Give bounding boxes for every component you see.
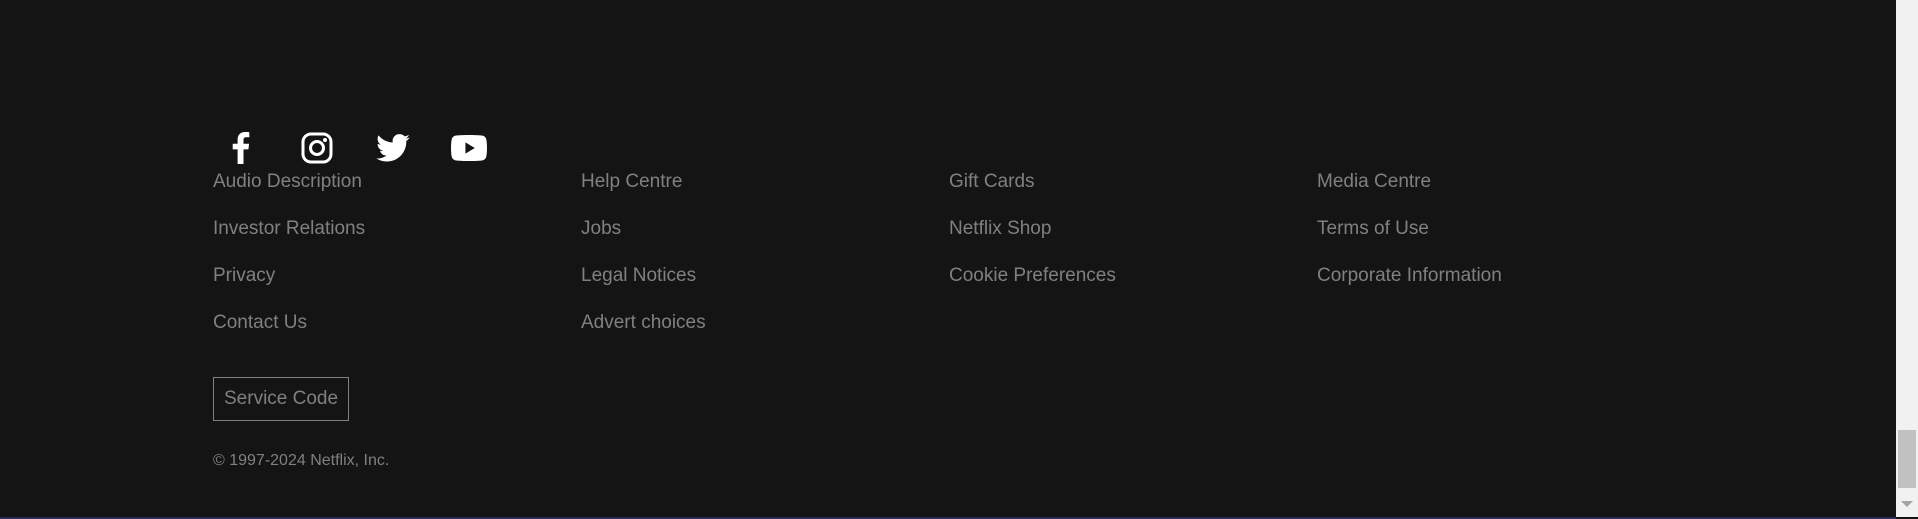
service-code-button[interactable]: Service Code: [213, 377, 350, 421]
footer-link-cookie-preferences[interactable]: Cookie Preferences: [949, 264, 1116, 288]
scrollbar-thumb[interactable]: [1898, 430, 1916, 488]
footer-link-corporate-information[interactable]: Corporate Information: [1317, 264, 1502, 288]
footer-link-gift-cards[interactable]: Gift Cards: [949, 170, 1035, 194]
youtube-icon[interactable]: [451, 130, 487, 166]
footer-link-privacy[interactable]: Privacy: [213, 264, 275, 288]
footer-link-media-centre[interactable]: Media Centre: [1317, 170, 1431, 194]
footer-link-terms-of-use[interactable]: Terms of Use: [1317, 217, 1429, 241]
footer-link-contact-us[interactable]: Contact Us: [213, 311, 307, 335]
twitter-icon[interactable]: [375, 130, 411, 166]
footer-link-netflix-shop[interactable]: Netflix Shop: [949, 217, 1051, 241]
social-links: [213, 128, 1713, 168]
site-footer: Audio Description Help Centre Gift Cards…: [213, 128, 1713, 471]
facebook-icon[interactable]: [223, 130, 259, 166]
instagram-icon[interactable]: [299, 130, 335, 166]
footer-link-advert-choices[interactable]: Advert choices: [581, 311, 706, 335]
netflix-footer-page: Audio Description Help Centre Gift Cards…: [0, 0, 1918, 519]
footer-link-help-centre[interactable]: Help Centre: [581, 170, 682, 194]
footer-links: Audio Description Help Centre Gift Cards…: [213, 170, 1713, 358]
copyright-text: © 1997-2024 Netflix, Inc.: [213, 452, 390, 469]
footer-link-investor-relations[interactable]: Investor Relations: [213, 217, 365, 241]
vertical-scrollbar[interactable]: [1896, 0, 1918, 517]
scroll-down-arrow-icon[interactable]: [1901, 501, 1913, 507]
footer-link-audio-description[interactable]: Audio Description: [213, 170, 362, 194]
footer-link-jobs[interactable]: Jobs: [581, 217, 621, 241]
footer-link-legal-notices[interactable]: Legal Notices: [581, 264, 696, 288]
